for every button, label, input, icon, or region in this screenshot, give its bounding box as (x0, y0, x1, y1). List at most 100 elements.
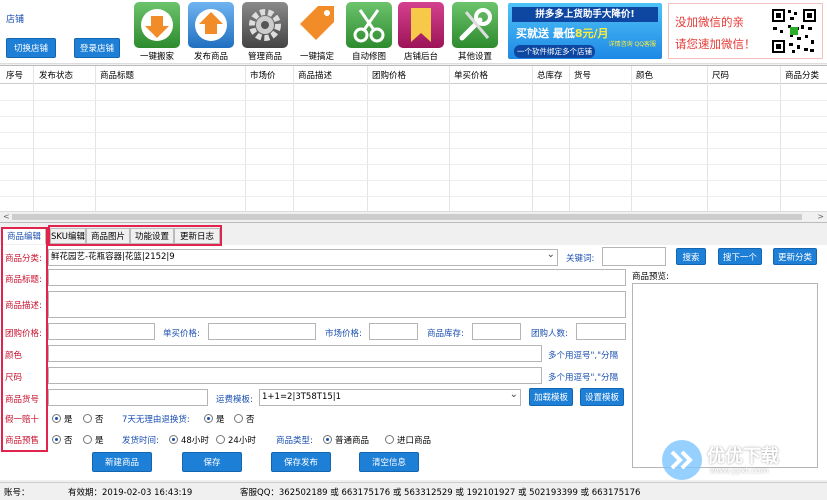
other-settings-button[interactable]: 其他设置 (450, 2, 500, 62)
publish-goods-button[interactable]: 发布商品 (186, 2, 236, 62)
wechat-line2: 请您速加微信！ (675, 37, 756, 51)
clear-info-button[interactable]: 清空信息 (359, 452, 419, 472)
col-sku[interactable]: 货号 (574, 69, 591, 81)
ship-48-radio[interactable] (169, 435, 178, 444)
scroll-left-icon[interactable]: < (3, 212, 10, 221)
tab-highlight (48, 225, 222, 246)
col-title[interactable]: 商品标题 (100, 69, 134, 81)
tool-label: 店铺后台 (403, 52, 438, 62)
scroll-thumb[interactable] (12, 214, 802, 220)
col-status[interactable]: 发布状态 (39, 69, 73, 81)
tool-label: 一键搞定 (299, 52, 334, 62)
site-watermark: 优优下载 www.yyxt.com (652, 436, 827, 486)
market-price-input[interactable] (369, 323, 418, 340)
price-drop-banner[interactable]: 拼多多上货助手大降价! 买就送 最低8元/月 一个软件绑定多个店铺 详情咨询 Q… (508, 3, 662, 59)
presale-yes-label: 是 (95, 436, 104, 446)
tag-icon (294, 2, 340, 48)
col-size[interactable]: 尺码 (712, 69, 729, 81)
return-no-radio[interactable] (234, 414, 243, 423)
save-button[interactable]: 保存 (182, 452, 242, 472)
load-template-button[interactable]: 加载模板 (529, 388, 573, 406)
goods-table[interactable]: 序号 发布状态 商品标题 市场价 商品描述 团购价格 单买价格 总库存 货号 颜… (0, 65, 827, 223)
size-hint: 多个用逗号","分隔 (548, 373, 619, 383)
ship-time-label: 发货时间: (122, 436, 159, 446)
preview-label: 商品预览: (632, 272, 669, 282)
bookmark-icon (398, 2, 444, 48)
shipping-label: 运费模板: (216, 395, 253, 405)
group-price-input[interactable] (48, 323, 155, 340)
desc-input[interactable] (48, 291, 626, 318)
presale-no-radio[interactable] (52, 435, 61, 444)
table-header: 序号 发布状态 商品标题 市场价 商品描述 团购价格 单买价格 总库存 货号 颜… (0, 66, 827, 84)
goods-import-radio[interactable] (385, 435, 394, 444)
market-price-label: 市场价格: (325, 329, 362, 339)
wrench-icon (452, 2, 498, 48)
group-people-input[interactable] (576, 323, 626, 340)
search-next-button[interactable]: 搜下一个 (718, 248, 762, 265)
presale-yes-radio[interactable] (83, 435, 92, 444)
status-bar: 账号： 有效期：2019-02-03 16:43:19 客服QQ：3625021… (0, 482, 827, 500)
banner-price: 8元/月 (574, 27, 609, 40)
wechat-banner[interactable]: 没加微信的亲 请您速加微信！ (668, 3, 823, 59)
keyword-input[interactable] (602, 247, 666, 266)
col-color[interactable]: 颜色 (636, 69, 653, 81)
goods-import-label: 进口商品 (397, 436, 432, 446)
watermark-logo-icon (662, 440, 702, 480)
tool-label: 发布商品 (193, 52, 228, 62)
ship-24-radio[interactable] (216, 435, 225, 444)
single-price-label: 单买价格: (163, 329, 200, 339)
banner-main: 买就送 最低8元/月 (516, 25, 609, 41)
manage-goods-button[interactable]: 管理商品 (240, 2, 290, 62)
fake-no-radio[interactable] (83, 414, 92, 423)
support-qq: 客服QQ：362502189 或 663175176 或 563312529 或… (240, 488, 641, 498)
scroll-right-icon[interactable]: > (817, 212, 824, 221)
col-group-price[interactable]: 团购价格 (372, 69, 406, 81)
return-yes-radio[interactable] (204, 414, 213, 423)
ship-24-label: 24小时 (228, 436, 256, 446)
banner-sub: 一个软件绑定多个店铺 (514, 45, 595, 58)
title-input[interactable] (48, 269, 626, 286)
single-price-input[interactable] (208, 323, 316, 340)
col-desc[interactable]: 商品描述 (298, 69, 332, 81)
goods-type-label: 商品类型: (276, 436, 313, 446)
col-index[interactable]: 序号 (6, 69, 23, 81)
shipping-select[interactable]: 1+1=2|3T58T15|1 (259, 389, 521, 406)
sku-input[interactable] (48, 389, 208, 406)
col-stock[interactable]: 总库存 (537, 69, 563, 81)
store-backend-button[interactable]: 店铺后台 (396, 2, 446, 62)
set-template-button[interactable]: 设置模板 (580, 388, 624, 406)
account-label: 账号： (4, 488, 30, 498)
group-people-label: 团购人数: (531, 329, 568, 339)
presale-no-label: 否 (64, 436, 73, 446)
update-category-button[interactable]: 更新分类 (773, 248, 817, 265)
tool-label: 自动修图 (351, 52, 386, 62)
fake-yes-radio[interactable] (52, 414, 61, 423)
horizontal-scrollbar[interactable]: < > (0, 211, 827, 222)
qr-code-icon (770, 7, 818, 55)
wechat-line1: 没加微信的亲 (675, 15, 744, 29)
shop-label: 店铺 (6, 15, 25, 25)
valid-until: 有效期：2019-02-03 16:43:19 (68, 488, 193, 498)
watermark-name: 优优下载 (707, 446, 779, 467)
stock-label: 商品库存: (427, 329, 464, 339)
stock-input[interactable] (472, 323, 521, 340)
col-category[interactable]: 商品分类 (785, 69, 819, 81)
login-shop-button[interactable]: 登录店铺 (74, 38, 120, 58)
color-input[interactable] (48, 345, 542, 362)
one-click-done-button[interactable]: 一键搞定 (292, 2, 342, 62)
auto-retouch-button[interactable]: 自动修图 (344, 2, 394, 62)
color-hint: 多个用逗号","分隔 (548, 351, 619, 361)
one-click-move-button[interactable]: 一键搬家 (132, 2, 182, 62)
search-button[interactable]: 搜索 (676, 248, 706, 265)
return-no-label: 否 (246, 415, 255, 425)
switch-shop-button[interactable]: 切换店铺 (6, 38, 56, 58)
category-select[interactable]: 鲜花园艺-花瓶容器|花篮|2152|9 (48, 249, 558, 266)
goods-normal-radio[interactable] (323, 435, 332, 444)
col-single-price[interactable]: 单买价格 (454, 69, 488, 81)
tool-label: 管理商品 (247, 52, 282, 62)
new-goods-button[interactable]: 新建商品 (92, 452, 152, 472)
save-publish-button[interactable]: 保存发布 (271, 452, 331, 472)
label-highlight (1, 227, 48, 452)
size-input[interactable] (48, 367, 542, 384)
col-market-price[interactable]: 市场价 (250, 69, 276, 81)
